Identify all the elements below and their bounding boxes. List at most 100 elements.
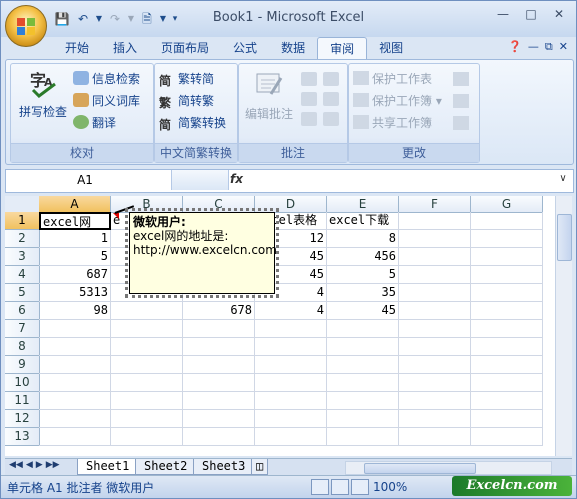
cell-b9[interactable]: [111, 356, 183, 374]
comment-box[interactable]: 微软用户: excel网的地址是: http://www.excelcn.com: [129, 212, 277, 294]
help-icon[interactable]: ❓: [508, 40, 522, 54]
cell-d10[interactable]: [255, 374, 327, 392]
cell-d12[interactable]: [255, 410, 327, 428]
track-changes-icon[interactable]: [453, 116, 469, 130]
cell-e12[interactable]: [327, 410, 399, 428]
cell-g4[interactable]: [471, 266, 543, 284]
cell-c11[interactable]: [183, 392, 255, 410]
expand-formula-bar-icon[interactable]: ∨: [556, 172, 570, 186]
cell-e11[interactable]: [327, 392, 399, 410]
cell-a13[interactable]: [39, 428, 111, 446]
page-break-view-icon[interactable]: [351, 479, 369, 495]
cell-b8[interactable]: [111, 338, 183, 356]
row-header-11[interactable]: 11: [5, 392, 40, 410]
cell-f13[interactable]: [399, 428, 471, 446]
cell-g7[interactable]: [471, 320, 543, 338]
cell-g6[interactable]: [471, 302, 543, 320]
vertical-scrollbar[interactable]: [555, 196, 572, 456]
row-header-1[interactable]: 1: [5, 212, 40, 230]
cell-a4[interactable]: 687: [39, 266, 111, 284]
tab-view[interactable]: 视图: [367, 37, 415, 59]
research-button[interactable]: 信息检索: [73, 70, 140, 89]
cell-f5[interactable]: [399, 284, 471, 302]
row-header-4[interactable]: 4: [5, 266, 40, 284]
protect-sheet-button[interactable]: 保护工作表: [353, 70, 432, 89]
traditional-to-simplified-button[interactable]: 简繁转简: [159, 70, 214, 89]
cell-b6[interactable]: [111, 302, 183, 320]
tab-review[interactable]: 审阅: [317, 37, 368, 60]
minimize-icon[interactable]: —: [528, 40, 539, 54]
cell-a9[interactable]: [39, 356, 111, 374]
show-ink-icon[interactable]: [323, 112, 339, 126]
last-sheet-icon[interactable]: ▶▶: [46, 460, 60, 470]
thesaurus-button[interactable]: 同义词库: [73, 92, 140, 111]
insert-function-icon[interactable]: fx: [230, 172, 243, 186]
cell-f10[interactable]: [399, 374, 471, 392]
chinese-convert-button[interactable]: 简简繁转换: [159, 114, 226, 133]
simplified-to-traditional-button[interactable]: 繁简转繁: [159, 92, 214, 111]
cell-e3[interactable]: 456: [327, 248, 399, 266]
cell-f6[interactable]: [399, 302, 471, 320]
maximize-icon[interactable]: □: [518, 6, 544, 24]
cell-e5[interactable]: 35: [327, 284, 399, 302]
cell-a6[interactable]: 98: [39, 302, 111, 320]
insert-sheet-icon[interactable]: ◫: [251, 459, 269, 475]
print-preview-icon[interactable]: 🗎: [138, 10, 156, 28]
customize-icon[interactable]: ▾: [170, 10, 180, 28]
select-all-button[interactable]: [5, 196, 40, 213]
cell-g12[interactable]: [471, 410, 543, 428]
cell-g3[interactable]: [471, 248, 543, 266]
show-all-comments-icon[interactable]: [323, 92, 339, 106]
cell-e6[interactable]: 45: [327, 302, 399, 320]
next-comment-icon[interactable]: [301, 112, 317, 126]
next-sheet-icon[interactable]: ▶: [36, 460, 43, 470]
redo-icon[interactable]: ↷: [106, 10, 124, 28]
column-header-f[interactable]: F: [399, 196, 471, 213]
cell-a8[interactable]: [39, 338, 111, 356]
cell-d7[interactable]: [255, 320, 327, 338]
cell-f8[interactable]: [399, 338, 471, 356]
share-workbook-button[interactable]: 共享工作簿: [353, 114, 432, 133]
cell-e1[interactable]: excel下载: [327, 212, 399, 230]
horizontal-scrollbar[interactable]: [345, 461, 552, 475]
cell-f11[interactable]: [399, 392, 471, 410]
cell-g2[interactable]: [471, 230, 543, 248]
column-header-g[interactable]: G: [471, 196, 543, 213]
dropdown-icon[interactable]: ▼: [95, 10, 103, 28]
cell-a5[interactable]: 5313: [39, 284, 111, 302]
column-header-e[interactable]: E: [327, 196, 399, 213]
sheet-tab-2[interactable]: Sheet2: [135, 459, 197, 475]
row-header-10[interactable]: 10: [5, 374, 40, 392]
cell-c7[interactable]: [183, 320, 255, 338]
cell-a10[interactable]: [39, 374, 111, 392]
cell-e8[interactable]: [327, 338, 399, 356]
allow-edit-ranges-icon[interactable]: [453, 94, 469, 108]
office-button[interactable]: [5, 5, 47, 47]
cell-b10[interactable]: [111, 374, 183, 392]
cell-f12[interactable]: [399, 410, 471, 428]
normal-view-icon[interactable]: [311, 479, 329, 495]
row-header-3[interactable]: 3: [5, 248, 40, 266]
tab-formulas[interactable]: 公式: [221, 37, 269, 59]
row-header-13[interactable]: 13: [5, 428, 40, 446]
cell-b12[interactable]: [111, 410, 183, 428]
cell-c12[interactable]: [183, 410, 255, 428]
spell-check-button[interactable]: 字A 拼写检查: [15, 68, 71, 120]
first-sheet-icon[interactable]: ◀◀: [9, 460, 23, 470]
cell-c13[interactable]: [183, 428, 255, 446]
cell-g13[interactable]: [471, 428, 543, 446]
column-header-a[interactable]: A: [39, 196, 111, 213]
restore-icon[interactable]: ⧉: [545, 40, 553, 54]
cell-g10[interactable]: [471, 374, 543, 392]
tab-data[interactable]: 数据: [269, 37, 317, 59]
scroll-thumb[interactable]: [557, 214, 572, 261]
translate-button[interactable]: 翻译: [73, 114, 116, 133]
tab-home[interactable]: 开始: [53, 37, 101, 59]
cell-f2[interactable]: [399, 230, 471, 248]
cell-f9[interactable]: [399, 356, 471, 374]
delete-comment-icon[interactable]: [301, 72, 317, 86]
cell-e10[interactable]: [327, 374, 399, 392]
cell-e2[interactable]: 8: [327, 230, 399, 248]
row-header-7[interactable]: 7: [5, 320, 40, 338]
zoom-level[interactable]: 100%: [373, 480, 407, 494]
